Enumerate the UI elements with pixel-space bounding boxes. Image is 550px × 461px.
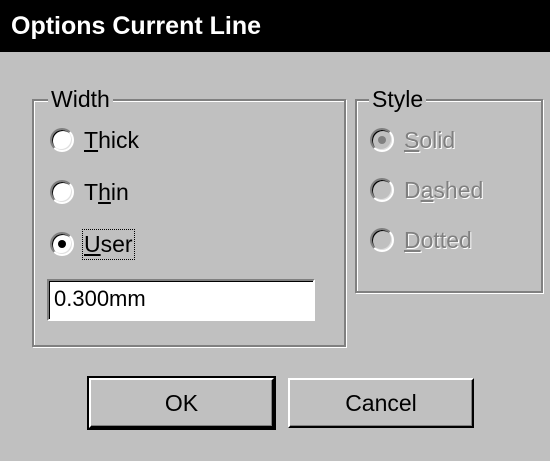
radio-solid[interactable]: Solid — [370, 125, 455, 155]
ok-button[interactable]: OK — [87, 376, 276, 430]
cancel-button[interactable]: Cancel — [288, 378, 474, 428]
radio-thick-button[interactable] — [50, 128, 74, 152]
radio-dashed[interactable]: Dashed — [370, 175, 483, 205]
style-group-legend: Style — [369, 86, 427, 112]
radio-dashed-button[interactable] — [370, 178, 394, 202]
width-group-legend: Width — [48, 86, 113, 112]
radio-user-button[interactable] — [50, 232, 74, 256]
radio-thin-label[interactable]: Thin — [84, 179, 129, 206]
radio-solid-button[interactable] — [370, 128, 394, 152]
radio-user-label[interactable]: User — [82, 228, 135, 260]
radio-dashed-label[interactable]: Dashed — [404, 177, 483, 204]
radio-user[interactable]: User — [50, 228, 135, 260]
radio-thin-button[interactable] — [50, 180, 74, 204]
radio-dotted[interactable]: Dotted — [370, 225, 472, 255]
radio-dotted-label[interactable]: Dotted — [404, 227, 472, 254]
radio-thick[interactable]: Thick — [50, 125, 139, 155]
radio-thick-label[interactable]: Thick — [84, 127, 139, 154]
radio-dotted-button[interactable] — [370, 228, 394, 252]
radio-solid-label[interactable]: Solid — [404, 127, 455, 154]
dialog-title: Options Current Line — [11, 12, 261, 40]
user-width-input[interactable]: 0.300mm — [47, 279, 315, 321]
radio-thin[interactable]: Thin — [50, 177, 129, 207]
dialog-title-bar: Options Current Line — [0, 0, 550, 52]
